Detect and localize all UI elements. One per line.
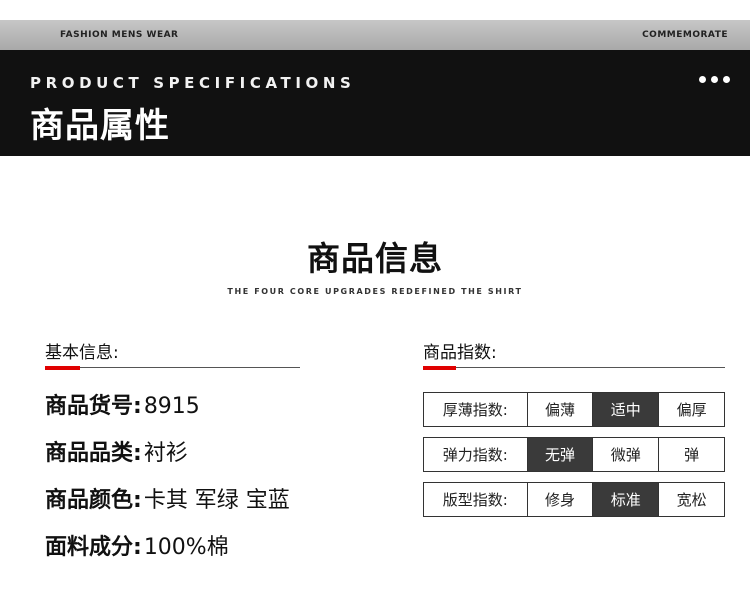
info-value: 100%棉 — [143, 535, 229, 560]
index-divider — [423, 367, 725, 368]
index-heading: 商品指数: — [423, 343, 497, 363]
index-row-fit: 版型指数: 修身 标准 宽松 — [423, 482, 725, 517]
brand-tagline: FASHION MENS WEAR — [60, 30, 179, 40]
basic-info-accent — [45, 366, 80, 370]
banner-title-en: PRODUCT SPECIFICATIONS — [30, 74, 356, 92]
index-option: 修身 — [526, 483, 593, 516]
basic-info-heading: 基本信息: — [45, 343, 119, 363]
info-value: 卡其 军绿 宝蓝 — [143, 488, 290, 513]
info-label: 面料成分: — [45, 535, 142, 560]
index-option: 微弹 — [592, 438, 658, 471]
info-row-fabric: 面料成分:100%棉 — [45, 529, 229, 561]
more-dots-icon — [699, 76, 730, 83]
index-label: 厚薄指数: — [442, 401, 508, 419]
commemorate-label: COMMEMORATE — [642, 30, 728, 40]
info-label: 商品品类: — [45, 441, 142, 466]
top-strip: FASHION MENS WEAR COMMEMORATE — [0, 20, 750, 50]
section-title: 商品信息 — [307, 239, 443, 278]
spec-banner: PRODUCT SPECIFICATIONS 商品属性 — [0, 50, 750, 156]
index-option: 偏厚 — [658, 393, 724, 426]
index-option: 偏薄 — [526, 393, 593, 426]
info-row-color: 商品颜色:卡其 军绿 宝蓝 — [45, 482, 290, 514]
section-subtitle: THE FOUR CORE UPGRADES REDEFINED THE SHI… — [227, 287, 523, 296]
index-option-selected: 适中 — [592, 393, 659, 426]
index-accent — [423, 366, 456, 370]
index-option-selected: 无弹 — [526, 438, 593, 471]
info-label: 商品颜色: — [45, 488, 142, 513]
index-label: 弹力指数: — [442, 446, 508, 464]
index-option: 弹 — [658, 438, 724, 471]
index-option: 宽松 — [658, 483, 724, 516]
info-value: 8915 — [143, 394, 200, 419]
banner-title-zh: 商品属性 — [30, 106, 170, 146]
basic-info-divider — [45, 367, 300, 368]
index-row-thickness: 厚薄指数: 偏薄 适中 偏厚 — [423, 392, 725, 427]
info-label: 商品货号: — [45, 394, 142, 419]
info-row-category: 商品品类:衬衫 — [45, 435, 188, 467]
index-label: 版型指数: — [442, 491, 508, 509]
index-row-elasticity: 弹力指数: 无弹 微弹 弹 — [423, 437, 725, 472]
info-row-sku: 商品货号:8915 — [45, 388, 200, 420]
info-value: 衬衫 — [143, 441, 188, 466]
index-option-selected: 标准 — [592, 483, 659, 516]
